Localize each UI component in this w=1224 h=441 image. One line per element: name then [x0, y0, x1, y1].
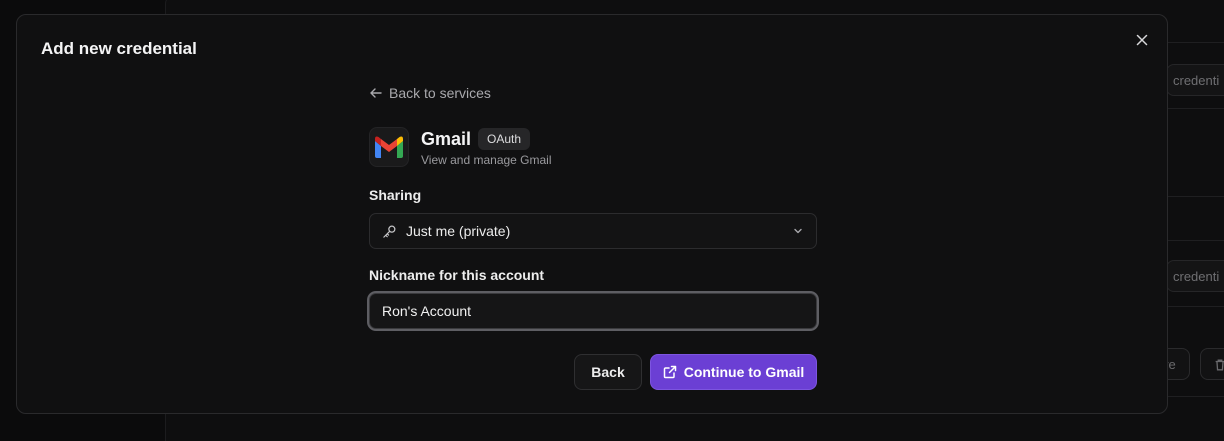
- service-header: Gmail OAuth View and manage Gmail: [369, 127, 817, 167]
- close-button[interactable]: [1133, 31, 1151, 49]
- service-name: Gmail: [421, 129, 472, 149]
- modal-title: Add new credential: [41, 39, 197, 58]
- gmail-logo-icon: [369, 127, 409, 167]
- background-credential-card: credenti: [1166, 260, 1224, 292]
- trash-icon: [1215, 359, 1224, 371]
- background-delete-button: [1200, 348, 1224, 380]
- sharing-select[interactable]: Just me (private): [369, 213, 817, 249]
- external-link-icon: [663, 365, 676, 379]
- nickname-field-wrapper: [369, 293, 817, 329]
- back-link-label: Back to services: [389, 85, 491, 101]
- continue-to-gmail-button[interactable]: Continue to Gmail: [650, 354, 817, 390]
- add-credential-modal: Add new credential Back to services Gmai…: [16, 14, 1168, 414]
- background-credential-card: credenti: [1166, 64, 1224, 96]
- nickname-input[interactable]: [370, 294, 816, 328]
- service-description: View and manage Gmail: [421, 153, 552, 167]
- sharing-select-value: Just me (private): [406, 223, 511, 239]
- back-button[interactable]: Back: [574, 354, 642, 390]
- arrow-left-icon: [370, 88, 382, 98]
- sharing-label: Sharing: [369, 187, 422, 203]
- chevron-down-icon: [794, 228, 802, 234]
- nickname-label: Nickname for this account: [369, 267, 545, 283]
- continue-button-label: Continue to Gmail: [683, 364, 805, 380]
- back-to-services-link[interactable]: Back to services: [369, 85, 491, 101]
- close-icon: [1136, 34, 1148, 46]
- key-icon: [383, 225, 396, 238]
- oauth-badge: OAuth: [478, 128, 531, 150]
